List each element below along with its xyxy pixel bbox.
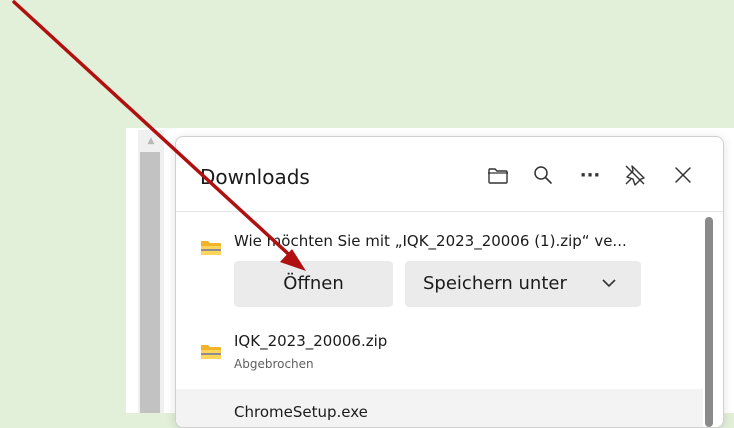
unpin-icon — [625, 165, 645, 186]
folder-icon — [488, 168, 508, 184]
download-file-name: IQK_2023_20006.zip — [234, 332, 388, 350]
open-button[interactable]: Öffnen — [234, 261, 393, 307]
downloads-header: Downloads ··· — [176, 137, 723, 211]
scroll-up-arrow-icon[interactable]: ▲ — [138, 132, 164, 150]
download-status: Abgebrochen — [234, 357, 314, 371]
downloads-title: Downloads — [200, 165, 310, 189]
chevron-down-icon[interactable] — [601, 277, 617, 289]
more-icon: ··· — [579, 164, 601, 186]
download-file-name: ChromeSetup.exe — [234, 403, 368, 421]
search-icon — [534, 166, 552, 184]
close-icon — [675, 167, 691, 183]
download-item-pending: Wie möchten Sie mit „IQK_2023_20006 (1).… — [176, 212, 703, 312]
downloads-scrollbar[interactable] — [705, 217, 713, 427]
search-downloads-button[interactable] — [527, 159, 559, 191]
page-scrollbar-thumb[interactable] — [140, 152, 160, 413]
more-options-button[interactable]: ··· — [574, 159, 606, 191]
download-prompt-text: Wie möchten Sie mit „IQK_2023_20006 (1).… — [234, 232, 627, 250]
downloads-panel: Downloads ··· Wie möchten Sie mit „IQK_2… — [175, 136, 724, 428]
unpin-button[interactable] — [619, 159, 651, 191]
open-downloads-folder-button[interactable] — [482, 159, 514, 191]
zip-folder-icon — [201, 345, 221, 359]
save-as-button[interactable]: Speichern unter — [405, 261, 641, 307]
zip-folder-icon — [201, 241, 221, 255]
page-scrollbar[interactable]: ▲ — [138, 130, 164, 413]
download-item-cancelled[interactable]: IQK_2023_20006.zip Abgebrochen — [176, 319, 703, 383]
save-as-label: Speichern unter — [423, 273, 567, 294]
close-downloads-button[interactable] — [667, 159, 699, 191]
download-item-chromesetup[interactable]: ChromeSetup.exe — [176, 389, 703, 427]
